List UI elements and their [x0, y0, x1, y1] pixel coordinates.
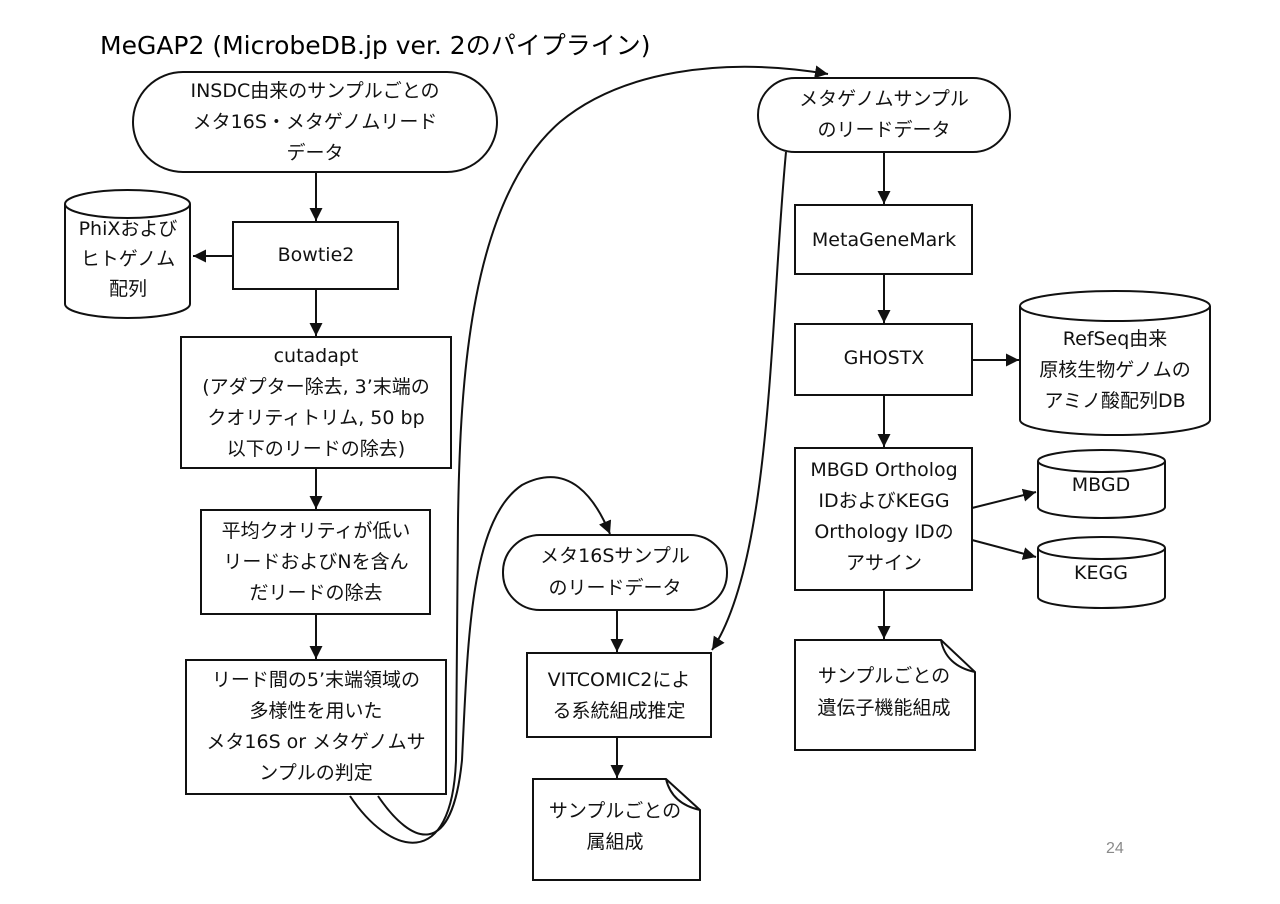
node-label-line: ンプルの判定: [259, 762, 372, 784]
arrow-ortholog-to-mbgd: [971, 488, 1037, 509]
node-insdc-reads: INSDC由来のサンプルごとの メタ16S・メタゲノムリード データ: [132, 71, 498, 173]
node-label-line: アミノ酸配列DB: [1044, 390, 1185, 412]
node-label-line: メタ16Sサンプル: [540, 545, 690, 567]
node-label-line: サンプルごとの: [549, 800, 681, 822]
node-gene-function: サンプルごとの 遺伝子機能組成: [794, 639, 976, 751]
node-label-line: のリードデータ: [817, 119, 950, 141]
document-shape: [532, 778, 701, 881]
node-label-line: INSDC由来のサンプルごとの: [190, 80, 439, 102]
node-ortholog-assign: MBGD Ortholog IDおよびKEGG Orthology IDの アサ…: [794, 447, 973, 591]
node-label-line: PhiXおよび: [79, 218, 178, 240]
node-label-line: クオリティトリム, 50 bp: [207, 407, 424, 429]
node-label-line: のリードデータ: [548, 577, 681, 599]
node-label-line: データ: [286, 142, 343, 164]
node-label-line: メタ16S or メタゲノムサ: [206, 731, 425, 753]
node-quality-filter: 平均クオリティが低い リードおよびNを含ん だリードの除去: [200, 509, 431, 615]
node-mbgd-db: MBGD: [1037, 449, 1166, 519]
node-label-line: cutadapt: [274, 345, 359, 367]
node-meta16s-reads: メタ16Sサンプル のリードデータ: [502, 534, 728, 611]
node-label-line: MetaGeneMark: [812, 229, 956, 251]
node-label-line: (アダプター除去, 3’末端の: [202, 376, 430, 398]
node-label-line: だリードの除去: [249, 582, 382, 604]
node-label-line: 平均クオリティが低い: [222, 520, 411, 542]
page-number: 24: [1106, 840, 1124, 857]
node-label-line: 以下のリードの除去): [227, 438, 405, 460]
node-label-line: 遺伝子機能組成: [817, 697, 950, 719]
node-vitcomic2: VITCOMIC2によ る系統組成推定: [526, 652, 712, 738]
pipeline-diagram: MeGAP2 (MicrobeDB.jp ver. 2のパイプライン) INSD…: [64, 31, 1211, 881]
node-classify: リード間の5’末端領域の 多様性を用いた メタ16S or メタゲノムサ ンプル…: [185, 659, 447, 795]
node-ghostx: GHOSTX: [794, 323, 973, 396]
node-label-line: リード間の5’末端領域の: [212, 669, 420, 691]
database-cylinder-top: [1037, 536, 1166, 560]
node-bowtie2: Bowtie2: [232, 221, 399, 290]
database-cylinder-top: [1019, 290, 1211, 322]
slide: MeGAP2 (MicrobeDB.jp ver. 2のパイプライン) INSD…: [0, 0, 1280, 904]
node-label-line: サンプルごとの: [818, 665, 950, 687]
node-metagenome-reads: メタゲノムサンプル のリードデータ: [757, 77, 1011, 153]
node-label-line: メタ16S・メタゲノムリード: [193, 111, 438, 133]
slide-title: MeGAP2 (MicrobeDB.jp ver. 2のパイプライン): [100, 31, 650, 60]
node-label-line: RefSeq由来: [1063, 328, 1168, 350]
node-label-line: Orthology IDの: [814, 521, 953, 543]
node-genus-composition: サンプルごとの 属組成: [532, 778, 701, 881]
node-label-line: IDおよびKEGG: [818, 490, 949, 512]
node-label-line: リードおよびNを含ん: [223, 551, 408, 573]
node-refseq-db: RefSeq由来 原核生物ゲノムの アミノ酸配列DB: [1019, 290, 1211, 436]
node-label-line: VITCOMIC2によ: [548, 669, 691, 691]
node-phix-human-db: PhiXおよび ヒトゲノム 配列: [64, 189, 191, 319]
node-label-line: 配列: [109, 278, 147, 300]
node-label-line: GHOSTX: [844, 347, 925, 369]
node-kegg-db: KEGG: [1037, 536, 1166, 609]
node-label-line: 属組成: [586, 831, 643, 853]
arrow-ortholog-to-kegg: [971, 539, 1037, 560]
node-label-line: MBGD: [1072, 474, 1130, 496]
node-metagenemark: MetaGeneMark: [794, 204, 973, 275]
database-cylinder-top: [64, 189, 191, 219]
node-label-line: る系統組成推定: [552, 700, 685, 722]
node-label-line: KEGG: [1074, 562, 1128, 584]
node-label-line: Bowtie2: [278, 244, 355, 266]
node-label-line: メタゲノムサンプル: [799, 88, 969, 110]
node-label-line: MBGD Ortholog: [810, 459, 957, 481]
process-box: [526, 652, 712, 738]
database-cylinder-top: [1037, 449, 1166, 473]
node-label-line: 多様性を用いた: [249, 700, 382, 722]
node-cutadapt: cutadapt (アダプター除去, 3’末端の クオリティトリム, 50 bp…: [180, 336, 452, 469]
node-label-line: アサイン: [846, 552, 922, 574]
node-label-line: 原核生物ゲノムの: [1039, 359, 1190, 381]
node-label-line: ヒトゲノム: [81, 248, 175, 270]
